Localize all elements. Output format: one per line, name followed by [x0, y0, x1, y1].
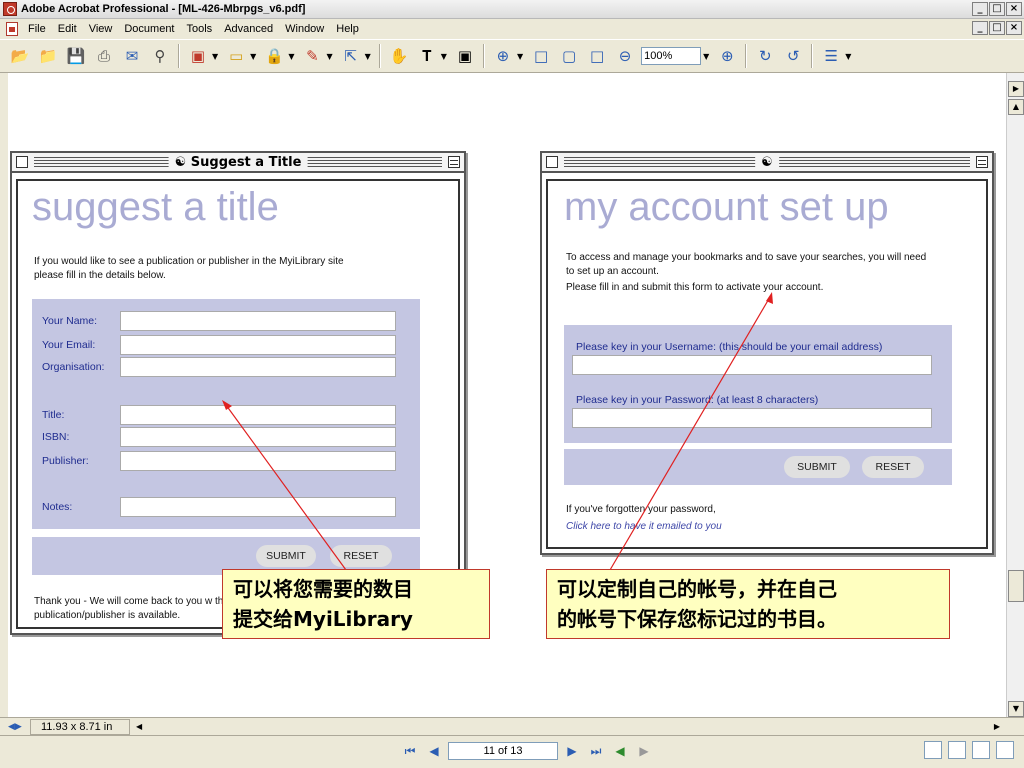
menu-advanced[interactable]: Advanced — [218, 23, 279, 35]
secure-dropdown-icon[interactable]: ▼ — [288, 52, 294, 61]
actual-size-icon[interactable]: □ — [530, 45, 552, 67]
scroll-down-icon[interactable]: ▼ — [1008, 701, 1024, 717]
scroll-left-icon[interactable]: ◀ — [136, 722, 142, 731]
hand-tool-icon[interactable]: ✋ — [388, 45, 410, 67]
doc-close-button[interactable]: × — [1006, 21, 1022, 35]
toolbar-separator — [482, 44, 485, 68]
snapshot-icon[interactable]: ▣ — [454, 45, 476, 67]
first-page-icon[interactable]: ⏮ — [400, 741, 420, 761]
rotate-counterclockwise-icon[interactable]: ↺ — [782, 45, 804, 67]
toolbar-separator — [811, 44, 814, 68]
toolbar-separator — [378, 44, 381, 68]
zoom-tool-dropdown-icon[interactable]: ▼ — [517, 52, 523, 61]
menu-help[interactable]: Help — [330, 23, 365, 35]
zoom-in-icon[interactable]: ⊕ — [716, 45, 738, 67]
doc-restore-button[interactable]: □ — [989, 21, 1005, 35]
page-number-input[interactable]: 11 of 13 — [448, 742, 558, 760]
menu-tools[interactable]: Tools — [181, 23, 219, 35]
zoom-dropdown-icon[interactable]: ▼ — [703, 52, 709, 61]
scroll-right-panel-icon[interactable]: ▶ — [1008, 81, 1024, 97]
facing-view-icon[interactable] — [972, 741, 990, 759]
sign-pen-icon[interactable]: ✎ — [301, 45, 323, 67]
scroll-right-icon[interactable]: ▶ — [994, 722, 1000, 731]
vertical-scroll-thumb[interactable] — [1008, 570, 1024, 602]
page-layout-icon[interactable]: ☰ — [820, 45, 842, 67]
callout-left: 可以将您需要的数目 提交给MyiLibrary — [222, 569, 490, 639]
callout-right-line2: 的帐号下保存您标记过的书目。 — [557, 607, 837, 631]
window-titlebar: Adobe Acrobat Professional - [ML-426-Mbr… — [0, 0, 1024, 19]
menu-document[interactable]: Document — [118, 23, 180, 35]
advanced-editing-icon[interactable]: ⇱ — [340, 45, 362, 67]
advanced-editing-dropdown-icon[interactable]: ▼ — [365, 52, 371, 61]
toolbar-separator — [745, 44, 748, 68]
document-icon[interactable] — [6, 22, 18, 36]
window-title: Adobe Acrobat Professional - [ML-426-Mbr… — [21, 3, 306, 15]
restore-button[interactable]: □ — [989, 2, 1005, 16]
zoom-input[interactable]: 100% — [641, 47, 702, 65]
minimize-button[interactable]: _ — [972, 2, 988, 16]
create-pdf-icon[interactable]: ▣ — [187, 45, 209, 67]
last-page-icon[interactable]: ⏭ — [586, 741, 606, 761]
scroll-up-icon[interactable]: ▲ — [1008, 99, 1024, 115]
save-icon[interactable]: 💾 — [65, 45, 87, 67]
vertical-scrollbar[interactable]: ▶ ▲ ▼ — [1006, 73, 1024, 717]
toolbar: 📂 📁 💾 ⎙ ✉ ⚲ ▣ ▼ ▭ ▼ 🔒 ▼ ✎ ▼ ⇱ ▼ ✋ 𝐓 ▼ ▣ ⊕ ▼ □ ▢… — [0, 39, 1024, 73]
callout-left-line1: 可以将您需要的数目 — [233, 577, 413, 601]
single-page-view-icon[interactable] — [924, 741, 942, 759]
next-page-icon[interactable]: ▶ — [562, 741, 582, 761]
continuous-facing-view-icon[interactable] — [996, 741, 1014, 759]
select-text-icon[interactable]: 𝐓 — [416, 45, 438, 67]
doc-minimize-button[interactable]: _ — [972, 21, 988, 35]
zoom-in-tool-icon[interactable]: ⊕ — [492, 45, 514, 67]
menu-view[interactable]: View — [83, 23, 119, 35]
print-icon[interactable]: ⎙ — [93, 45, 115, 67]
callout-right-line1: 可以定制自己的帐号，并在自己 — [557, 577, 837, 601]
rotate-clockwise-icon[interactable]: ↻ — [754, 45, 776, 67]
page-layout-dropdown-icon[interactable]: ▼ — [845, 52, 851, 61]
secure-lock-icon[interactable]: 🔒 — [263, 45, 285, 67]
menu-edit[interactable]: Edit — [52, 23, 83, 35]
sign-dropdown-icon[interactable]: ▼ — [326, 52, 332, 61]
fit-page-icon[interactable]: ▢ — [558, 45, 580, 67]
email-icon[interactable]: ✉ — [121, 45, 143, 67]
close-button[interactable]: × — [1006, 2, 1022, 16]
review-dropdown-icon[interactable]: ▼ — [250, 52, 256, 61]
menu-window[interactable]: Window — [279, 23, 330, 35]
menu-file[interactable]: File — [22, 23, 52, 35]
select-text-dropdown-icon[interactable]: ▼ — [441, 52, 447, 61]
acrobat-app-icon — [3, 2, 17, 16]
zoom-out-icon[interactable]: ⊖ — [614, 45, 636, 67]
arrow-right — [609, 292, 773, 571]
callout-right: 可以定制自己的帐号，并在自己 的帐号下保存您标记过的书目。 — [546, 569, 950, 639]
horizontal-scrollbar[interactable]: ◀▶ 11.93 x 8.71 in ◀ ▶ — [0, 717, 1024, 735]
find-icon[interactable]: ⚲ — [149, 45, 171, 67]
previous-page-icon[interactable]: ◀ — [424, 741, 444, 761]
callout-left-line2: 提交给MyiLibrary — [233, 607, 413, 631]
document-viewport[interactable]: ☯ Suggest a Title suggest a title If you… — [0, 73, 1006, 717]
organizer-icon[interactable]: 📁 — [37, 45, 59, 67]
open-icon[interactable]: 📂 — [9, 45, 31, 67]
page-size-label: 11.93 x 8.71 in — [30, 718, 130, 735]
previous-view-icon[interactable]: ◀ — [610, 741, 630, 761]
status-bar: ⏮ ◀ 11 of 13 ▶ ⏭ ◀ ▶ — [0, 735, 1024, 768]
menu-bar: File Edit View Document Tools Advanced W… — [0, 19, 1024, 39]
toolbar-separator — [178, 44, 180, 68]
review-comment-icon[interactable]: ▭ — [225, 45, 247, 67]
create-pdf-dropdown-icon[interactable]: ▼ — [212, 52, 218, 61]
panel-toggle-icon[interactable]: ◀▶ — [8, 721, 22, 732]
next-view-icon[interactable]: ▶ — [634, 741, 654, 761]
fit-width-icon[interactable]: □ — [586, 45, 608, 67]
continuous-view-icon[interactable] — [948, 741, 966, 759]
arrow-left — [222, 400, 347, 571]
